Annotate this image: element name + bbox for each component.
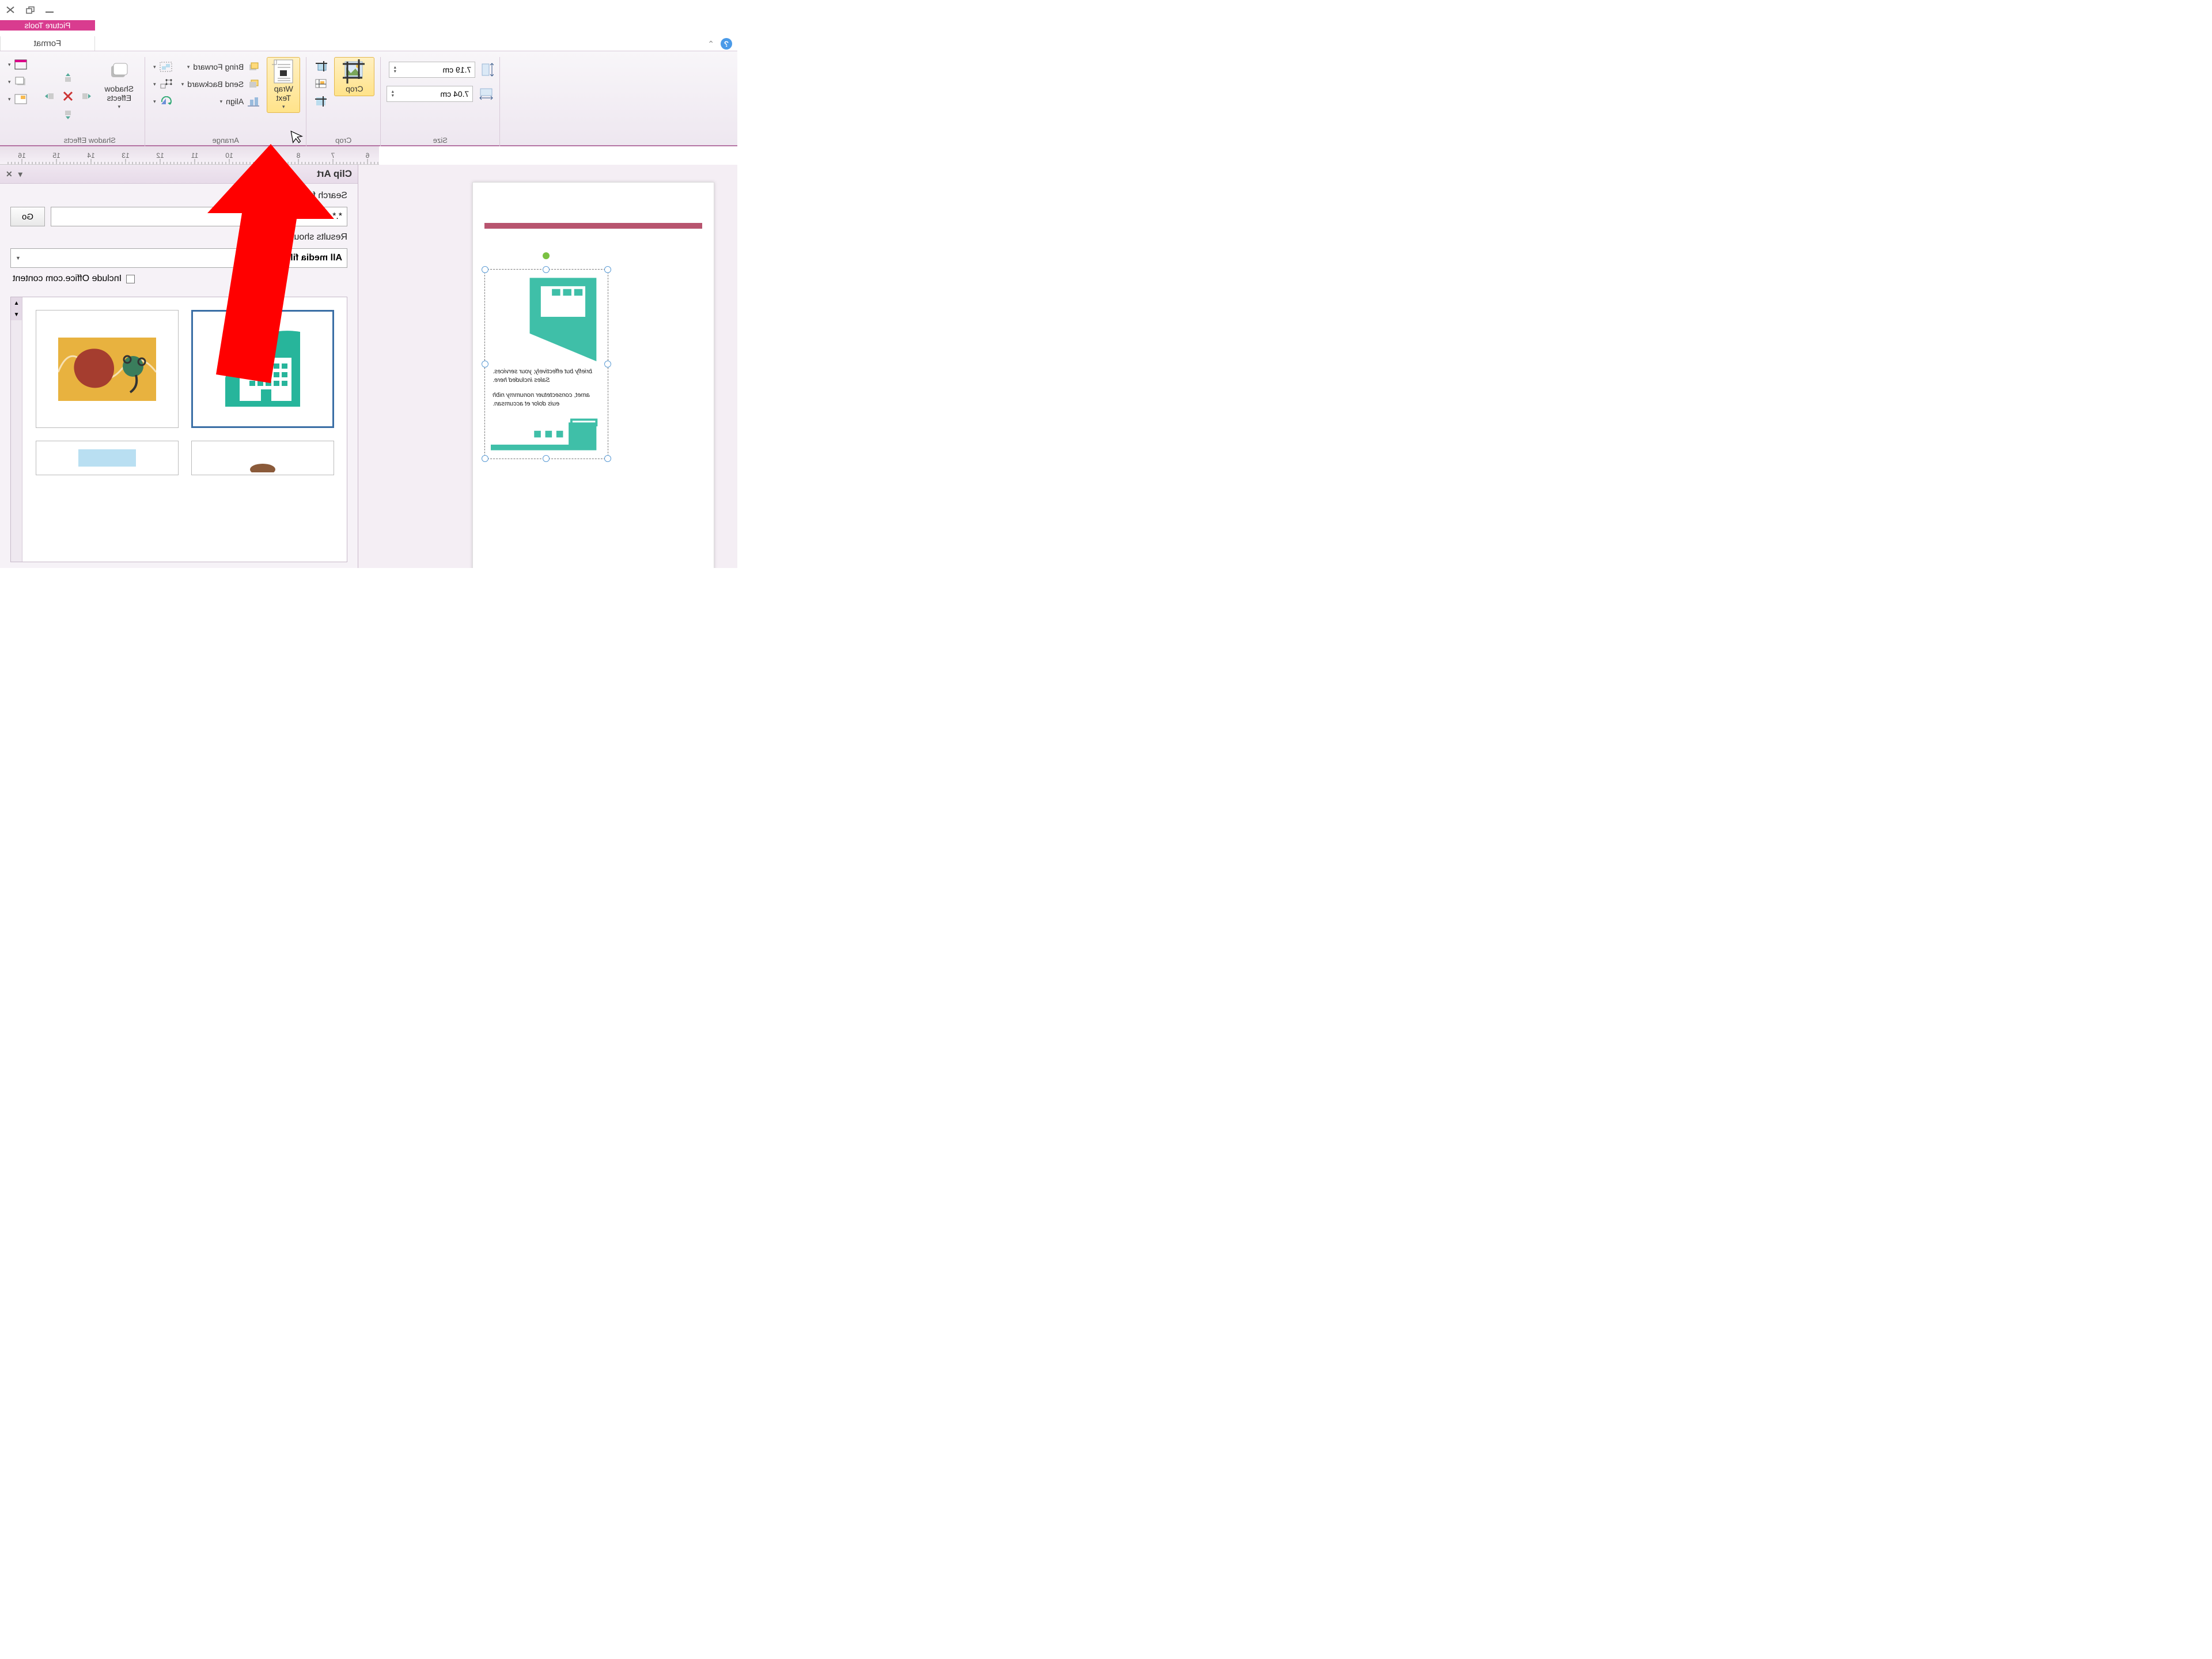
send-backward-label: Send Backward [187, 79, 244, 89]
wrap-text-button[interactable]: Wrap Text ▾ [267, 57, 300, 113]
document-area[interactable]: briefly but effectively, your services. … [358, 165, 737, 568]
ribbon-collapse-icon[interactable]: ⌃ [707, 39, 714, 49]
rotate-handle[interactable] [543, 252, 550, 259]
resize-handle[interactable] [543, 266, 550, 273]
media-type-value: All media file types [259, 253, 342, 263]
clipart-thumb[interactable] [191, 441, 334, 475]
rotate-button[interactable]: ▾ [151, 94, 175, 109]
aspect-ratio-button[interactable] [312, 77, 329, 92]
crop-to-shape-button[interactable] [312, 59, 329, 74]
document-page: briefly but effectively, your services. … [472, 182, 714, 568]
svg-text:8: 8 [296, 151, 300, 160]
nudge-shadow-left[interactable] [78, 88, 95, 105]
resize-handle[interactable] [482, 455, 488, 462]
shadow-effects-button[interactable]: Shadow Effects ▾ [100, 57, 139, 113]
go-button[interactable]: Go [10, 207, 45, 226]
clip-art-pane: Clip Art ▾ ✕ Search for: Go Results shou… [0, 165, 358, 568]
crop-group-label: Crop [312, 135, 374, 145]
shadow-effects-group-label: Shadow Effects [41, 135, 139, 145]
svg-text:9: 9 [262, 151, 266, 160]
search-for-label: Search for: [10, 191, 347, 201]
accent-bar [484, 223, 702, 229]
taskpane-close-icon[interactable]: ✕ [6, 169, 13, 179]
scroll-down-icon[interactable]: ▼ [11, 309, 22, 320]
taskpane-title: Clip Art [317, 168, 352, 180]
minimize-button[interactable] [44, 5, 55, 14]
svg-text:7: 7 [331, 151, 335, 160]
height-spin-down[interactable]: ▼ [393, 70, 397, 74]
media-type-combo[interactable]: All media file types ▼ [10, 248, 347, 268]
selected-picture[interactable]: briefly but effectively, your services. … [484, 269, 608, 459]
clipart-thumb[interactable] [191, 310, 334, 428]
svg-text:16: 16 [18, 151, 26, 160]
width-spin-up[interactable]: ▲ [391, 90, 395, 94]
resize-handle[interactable] [482, 266, 488, 273]
width-input[interactable]: 7.04 cm ▲▼ [387, 86, 473, 102]
scroll-up-icon[interactable]: ▲ [11, 297, 22, 309]
search-input[interactable] [51, 207, 347, 226]
svg-text:10: 10 [225, 151, 233, 160]
ungroup-button[interactable]: ▾ [151, 77, 175, 92]
align-button[interactable]: Align▾ [179, 94, 263, 109]
arrange-group-label: Arrange [151, 135, 300, 145]
results-should-be-label: Results should be: [10, 232, 347, 243]
taskpane-menu-icon[interactable]: ▾ [18, 169, 22, 179]
size-group-label: Size [387, 135, 494, 145]
resize-handle[interactable] [482, 361, 488, 368]
ribbon: ▾ ▾ ▾ Shadow Effects ▾ [0, 51, 737, 146]
picture-border-button[interactable]: ▾ [6, 57, 29, 72]
clipart-results: ▲ ▼ [10, 297, 347, 562]
send-backward-button[interactable]: Send Backward▾ [179, 77, 263, 92]
clipart-thumb[interactable] [36, 441, 179, 475]
fill-crop-button[interactable] [312, 94, 329, 109]
crop-label: Crop [346, 84, 363, 93]
width-spin-down[interactable]: ▼ [391, 94, 395, 98]
svg-text:13: 13 [122, 151, 130, 160]
include-office-checkbox[interactable] [126, 275, 135, 283]
resize-handle[interactable] [604, 361, 611, 368]
svg-text:12: 12 [156, 151, 164, 160]
group-button[interactable]: ▾ [151, 59, 175, 74]
shadow-toggle[interactable] [59, 88, 77, 105]
horizontal-ruler: 6 7 8 9 10 11 12 13 14 15 16 [0, 146, 379, 165]
picture-tools-title: Picture Tools [0, 20, 95, 31]
nudge-shadow-down[interactable] [59, 106, 77, 123]
svg-text:14: 14 [87, 151, 95, 160]
width-value: 7.04 cm [440, 89, 469, 99]
picture-layout-button[interactable]: ▾ [6, 92, 29, 107]
chevron-down-icon: ▼ [16, 255, 21, 261]
restore-button[interactable] [24, 5, 36, 14]
width-icon [479, 88, 494, 100]
height-input[interactable]: 7.19 cm ▲▼ [389, 62, 475, 78]
include-office-label: Include Office.com content [13, 274, 122, 284]
picture-effects-button[interactable]: ▾ [6, 74, 29, 89]
align-label: Align [226, 97, 244, 106]
height-icon [481, 62, 494, 77]
mouse-cursor-icon [290, 128, 305, 145]
svg-text:6: 6 [365, 151, 369, 160]
nudge-shadow-right[interactable] [41, 88, 58, 105]
svg-text:?: ? [724, 39, 729, 48]
nudge-shadow-up[interactable] [59, 69, 77, 86]
svg-text:15: 15 [52, 151, 60, 160]
height-value: 7.19 cm [442, 65, 471, 74]
crop-button[interactable]: Crop [334, 57, 374, 96]
shadow-effects-label: Shadow Effects [105, 84, 134, 103]
bring-forward-button[interactable]: Bring Forward▾ [179, 59, 263, 74]
wrap-text-label: Wrap Text [274, 84, 293, 103]
titlebar [0, 0, 737, 20]
clipart-thumb[interactable] [36, 310, 179, 428]
resize-handle[interactable] [604, 266, 611, 273]
help-button[interactable]: ? [720, 37, 733, 50]
height-spin-up[interactable]: ▲ [393, 66, 397, 70]
svg-text:11: 11 [191, 151, 198, 160]
contextual-tab-strip: Picture Tools [0, 20, 737, 36]
bring-forward-label: Bring Forward [193, 62, 244, 71]
resize-handle[interactable] [543, 455, 550, 462]
results-scrollbar[interactable]: ▲ ▼ [11, 297, 22, 562]
close-button[interactable] [5, 5, 16, 14]
resize-handle[interactable] [604, 455, 611, 462]
placeholder-text: briefly but effectively, your services. … [493, 368, 602, 409]
tab-format[interactable]: Format [0, 36, 95, 51]
